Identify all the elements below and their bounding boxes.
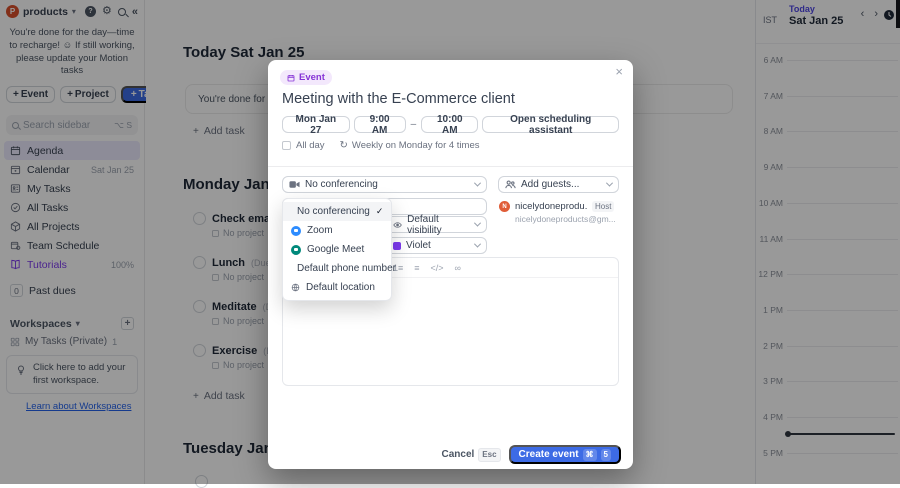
violet-color-swatch bbox=[393, 242, 401, 250]
add-guests-select[interactable]: Add guests... bbox=[498, 176, 619, 193]
menu-item-default-phone-number[interactable]: Default phone number bbox=[283, 259, 391, 278]
eye-icon bbox=[393, 221, 402, 229]
guest-name: nicelydoneprodu... bbox=[515, 201, 587, 212]
code-icon[interactable]: </> bbox=[431, 263, 444, 273]
video-icon bbox=[289, 180, 300, 189]
event-title-input[interactable]: Meeting with the E-Commerce client bbox=[282, 91, 515, 107]
zoom-icon bbox=[291, 226, 301, 236]
esc-kbd: Esc bbox=[478, 448, 500, 462]
chevron-down-icon bbox=[474, 180, 481, 187]
bullet-list-icon[interactable]: ≡ bbox=[414, 263, 419, 273]
guest-host-row: N nicelydoneprodu... Host bbox=[499, 201, 614, 212]
chevron-down-icon bbox=[474, 241, 481, 248]
google-meet-icon bbox=[291, 245, 301, 255]
create-event-button[interactable]: Create event ⌘ 5 bbox=[509, 445, 621, 464]
event-color-select[interactable]: Violet bbox=[386, 237, 487, 254]
host-badge: Host bbox=[592, 201, 614, 212]
num-kbd: 5 bbox=[601, 449, 611, 461]
all-day-label: All day bbox=[296, 140, 325, 151]
cancel-button[interactable]: Cancel Esc bbox=[441, 448, 500, 462]
open-scheduling-assistant-button[interactable]: Open scheduling assistant bbox=[482, 116, 619, 133]
check-icon: ✓ bbox=[376, 206, 384, 217]
end-time-button[interactable]: 10:00 AM bbox=[421, 116, 478, 133]
repeat-icon: ↻ bbox=[340, 140, 348, 151]
event-type-badge: Event bbox=[280, 70, 332, 85]
event-date-button[interactable]: Mon Jan 27 bbox=[282, 116, 350, 133]
menu-item-google-meet[interactable]: Google Meet bbox=[283, 240, 391, 259]
conferencing-dropdown-menu: No conferencing ✓ Zoom Google Meet Defau… bbox=[282, 198, 392, 301]
menu-item-no-conferencing[interactable]: No conferencing ✓ bbox=[283, 202, 391, 221]
time-range-dash: – bbox=[411, 119, 417, 130]
cmd-kbd: ⌘ bbox=[583, 449, 597, 461]
divider bbox=[268, 166, 633, 167]
guest-email: nicelydoneproducts@gm... bbox=[515, 214, 616, 224]
close-icon[interactable]: × bbox=[615, 64, 623, 79]
menu-item-default-location[interactable]: Default location bbox=[283, 278, 391, 297]
chevron-down-icon bbox=[474, 220, 481, 227]
start-time-button[interactable]: 9:00 AM bbox=[354, 116, 406, 133]
link-icon[interactable]: ∞ bbox=[455, 263, 461, 273]
visibility-select[interactable]: Default visibility bbox=[386, 216, 487, 233]
globe-icon bbox=[291, 283, 300, 292]
chevron-down-icon bbox=[606, 180, 613, 187]
avatar: N bbox=[499, 201, 510, 212]
people-icon bbox=[505, 180, 516, 189]
recurrence-setting[interactable]: ↻ Weekly on Monday for 4 times bbox=[340, 140, 480, 151]
menu-item-zoom[interactable]: Zoom bbox=[283, 221, 391, 240]
conferencing-select[interactable]: No conferencing bbox=[282, 176, 487, 193]
calendar-icon bbox=[287, 74, 295, 82]
all-day-checkbox[interactable] bbox=[282, 141, 291, 150]
